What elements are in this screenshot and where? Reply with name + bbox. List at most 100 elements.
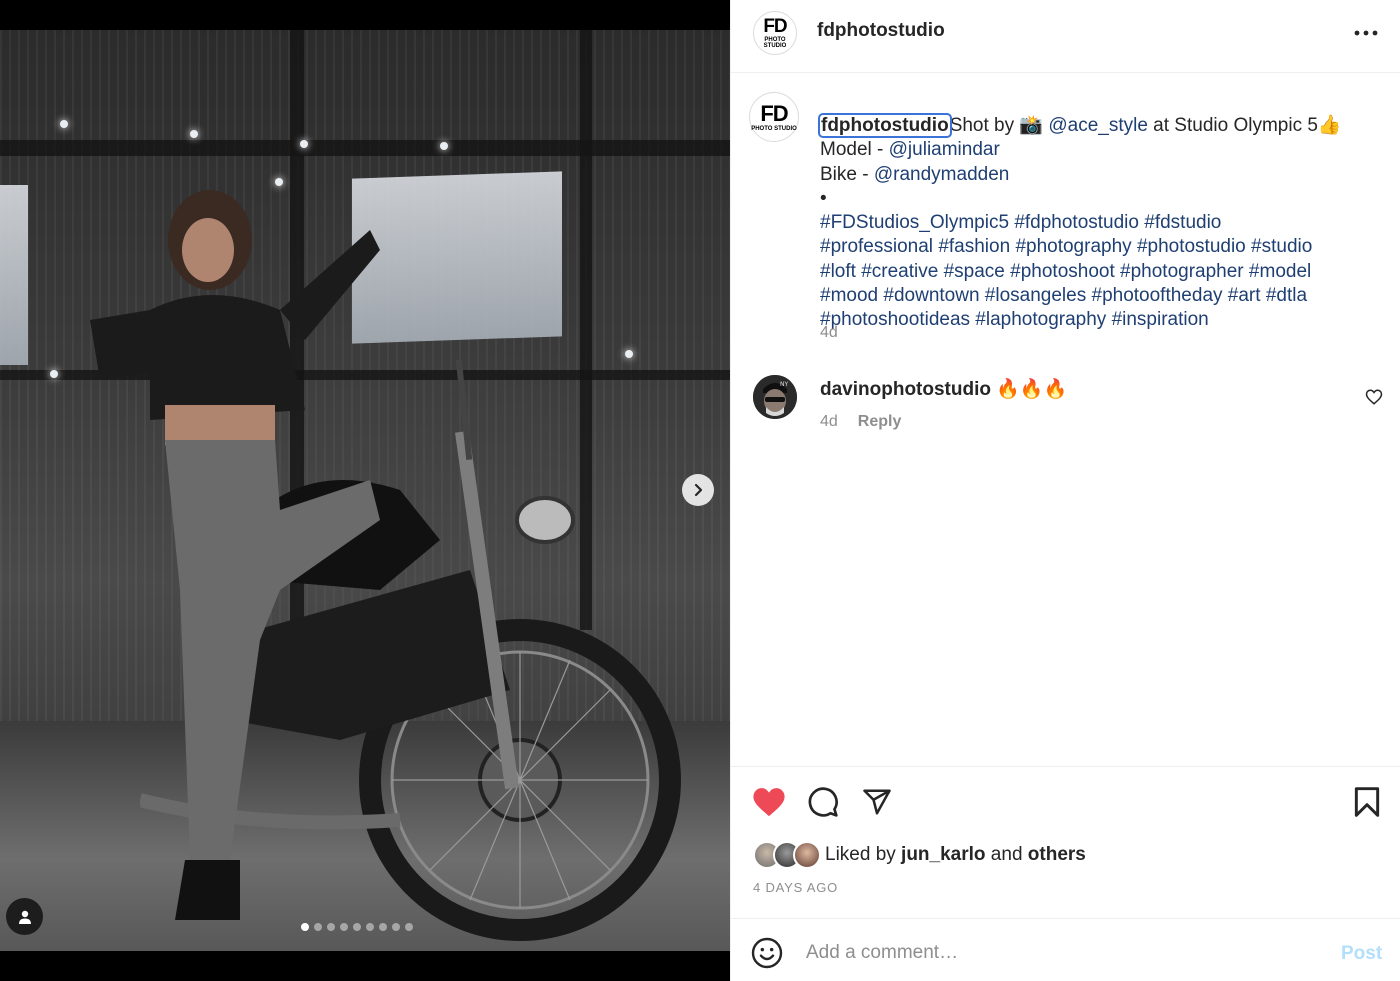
caption-text-segment: at Studio Olympic 5👍 [1147, 115, 1342, 136]
caption-line: • [820, 187, 1380, 211]
carousel-dot [392, 923, 400, 931]
caption-line: #FDStudios_Olympic5 #fdphotostudio #fdst… [820, 211, 1380, 235]
avatar-logo-subtext: PHOTO STUDIO [763, 37, 787, 49]
liked-by-middle: and [985, 844, 1028, 865]
caption-hashtag-link[interactable]: #photostudio [1137, 236, 1246, 257]
caption-hashtag-link[interactable]: #fashion [938, 236, 1010, 257]
caption-hashtag-link[interactable]: #photoshoot [1010, 261, 1115, 282]
caption-line: #photoshootideas #laphotography #inspira… [820, 308, 1380, 332]
caption-hashtag-link[interactable]: #downtown [883, 285, 979, 306]
avatar-logo-subtext: PHOTO STUDIO [751, 125, 797, 132]
caption-text-segment: Shot by 📸 [949, 115, 1049, 136]
photo-light [50, 370, 58, 378]
caption-text: fdphotostudioShot by 📸 @ace_style at Stu… [818, 113, 1380, 333]
author-avatar[interactable]: FD PHOTO STUDIO [753, 11, 797, 55]
save-button[interactable] [1349, 784, 1385, 820]
photo-light [60, 120, 68, 128]
liked-by-user-link[interactable]: jun_karlo [901, 844, 985, 865]
caption-hashtag-link[interactable]: #photoshootideas [820, 309, 970, 330]
comment-like-button[interactable] [1365, 388, 1385, 408]
carousel-dot [353, 923, 361, 931]
post-actions: Liked by jun_karlo and others 4 DAYS AGO [731, 766, 1400, 918]
carousel-dot [379, 923, 387, 931]
caption-hashtag-link[interactable]: #loft [820, 261, 856, 282]
caption-line: #professional #fashion #photography #pho… [820, 235, 1380, 259]
caption-text-segment: • [820, 187, 827, 209]
comment-meta: 4d Reply [820, 413, 901, 431]
author-username[interactable]: fdphotostudio [817, 20, 945, 42]
liked-by-others-link[interactable]: others [1028, 844, 1086, 865]
comment-text: 🔥🔥🔥 [996, 379, 1068, 400]
caption-line: Bike - @randymadden [820, 163, 1380, 187]
more-horizontal-icon [1354, 30, 1378, 36]
post-photo[interactable] [0, 30, 730, 951]
caption-hashtag-link[interactable]: #model [1249, 261, 1311, 282]
post-header: FD PHOTO STUDIO fdphotostudio [731, 0, 1400, 73]
caption-hashtag-link[interactable]: #dtla [1266, 285, 1307, 306]
caption-hashtag-link[interactable]: #space [944, 261, 1005, 282]
emoji-button[interactable] [751, 937, 785, 971]
add-comment-bar: Post [731, 918, 1400, 981]
caption-hashtag-link[interactable]: #photography [1015, 236, 1131, 257]
caption-hashtag-link[interactable]: #photographer [1120, 261, 1244, 282]
commenter-avatar[interactable]: NY [753, 375, 797, 419]
commenter-avatar-image: NY [753, 375, 797, 419]
liker-avatar[interactable] [793, 841, 821, 869]
user-tag-icon [18, 910, 31, 924]
like-button[interactable] [751, 784, 787, 820]
carousel-dot [327, 923, 335, 931]
caption-text-segment: Model - [820, 139, 889, 161]
caption-line: #mood #downtown #losangeles #photoofthed… [820, 284, 1380, 308]
caption-hashtag-link[interactable]: #photooftheday [1092, 285, 1223, 306]
avatar-logo-text: FD [763, 16, 787, 37]
emoji-smile-icon [751, 937, 783, 969]
caption-hashtag-link[interactable]: #laphotography [975, 309, 1106, 330]
caption-username[interactable]: fdphotostudio [818, 113, 952, 138]
avatar-logo-text: FD [760, 100, 788, 126]
tagged-users-button[interactable] [6, 898, 43, 935]
liked-by: Liked by jun_karlo and others [753, 841, 1086, 869]
caption-line: #loft #creative #space #photoshoot #phot… [820, 260, 1380, 284]
carousel-next-button[interactable] [682, 474, 714, 506]
caption-hashtag-link[interactable]: #mood [820, 285, 878, 306]
svg-text:NY: NY [780, 381, 788, 388]
caption-hashtag-link[interactable]: #studio [1251, 236, 1312, 257]
photo-light [190, 130, 198, 138]
share-button[interactable] [859, 784, 895, 820]
comments-list: FD PHOTO STUDIO fdphotostudioShot by 📸 @… [731, 74, 1400, 764]
caption-mention-link[interactable]: @juliamindar [889, 139, 1000, 160]
caption-hashtag-link[interactable]: #creative [861, 261, 938, 282]
comment-username[interactable]: davinophotostudio [820, 379, 991, 400]
photo-light [440, 142, 448, 150]
comment-reply-button[interactable]: Reply [858, 413, 902, 431]
caption-hashtag-link[interactable]: #inspiration [1112, 309, 1209, 330]
comment-button[interactable] [805, 784, 841, 820]
photo-light [300, 140, 308, 148]
comment-timestamp[interactable]: 4d [820, 413, 838, 431]
comment-input[interactable] [806, 933, 1316, 973]
caption-hashtag-link[interactable]: #art [1228, 285, 1261, 306]
caption-hashtag-link[interactable]: #professional [820, 236, 933, 257]
caption-line: fdphotostudioShot by 📸 @ace_style at Stu… [818, 113, 1380, 138]
photo-window [0, 185, 28, 365]
caption-hashtag-link[interactable]: #FDStudios_Olympic5 [820, 212, 1009, 233]
caption-mention-link[interactable]: @ace_style [1048, 115, 1148, 136]
caption-hashtag-link[interactable]: #losangeles [985, 285, 1086, 306]
post-date[interactable]: 4 DAYS AGO [753, 880, 838, 895]
post-comment-button[interactable]: Post [1341, 943, 1382, 965]
caption-mention-link[interactable]: @randymadden [874, 164, 1009, 185]
comment-body: davinophotostudio 🔥🔥🔥 [820, 377, 1067, 401]
chevron-right-icon [694, 483, 703, 497]
comment-icon [808, 787, 838, 817]
carousel-dot [314, 923, 322, 931]
bookmark-icon [1354, 787, 1380, 817]
caption-timestamp[interactable]: 4d [820, 324, 838, 342]
caption-hashtag-link[interactable]: #fdphotostudio [1014, 212, 1139, 233]
caption-hashtag-link[interactable]: #fdstudio [1144, 212, 1221, 233]
caption-author-avatar[interactable]: FD PHOTO STUDIO [749, 92, 799, 142]
carousel-dot [301, 923, 309, 931]
more-options-button[interactable] [1351, 22, 1381, 44]
photo-beam [0, 140, 730, 156]
model-illustration [90, 190, 380, 920]
liked-by-avatars [753, 841, 825, 869]
